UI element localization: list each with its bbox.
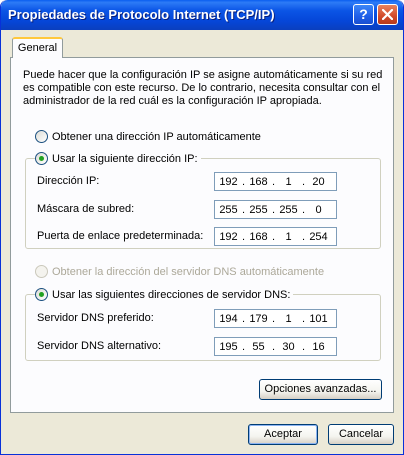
close-icon [382, 9, 393, 20]
octet: 55 [252, 340, 265, 353]
octet: 194 [219, 312, 238, 325]
octet: 192 [219, 175, 238, 188]
octet: 1 [285, 230, 292, 243]
octet: 16 [312, 340, 325, 353]
tab-general[interactable]: General [12, 37, 63, 58]
octet: 255 [279, 203, 298, 216]
dns-alternate-label: Servidor DNS alternativo: [37, 340, 162, 352]
help-icon: ? [359, 6, 368, 22]
window-title: Propiedades de Protocolo Internet (TCP/I… [8, 7, 275, 22]
help-button[interactable]: ? [353, 4, 374, 25]
octet: 101 [309, 312, 328, 325]
cancel-button[interactable]: Cancelar [328, 424, 394, 445]
octet: 1 [285, 175, 292, 188]
tab-general-label: General [17, 42, 58, 54]
dialog-window: Propiedades de Protocolo Internet (TCP/I… [0, 0, 404, 455]
subnet-mask-field[interactable]: 255. 255. 255. 0 [214, 200, 337, 219]
ip-manual-label: Usar la siguiente dirección IP: [52, 153, 198, 165]
dns-auto-label: Obtener la dirección del servidor DNS au… [52, 266, 325, 278]
octet: 30 [282, 340, 295, 353]
octet: 179 [249, 312, 268, 325]
dns-preferred-label: Servidor DNS preferido: [37, 312, 154, 324]
dns-manual-option[interactable]: Usar las siguientes direcciones de servi… [35, 288, 294, 301]
octet: 255 [249, 203, 268, 216]
ip-address-field[interactable]: 192. 168. 1. 20 [214, 172, 337, 191]
ip-manual-option[interactable]: Usar la siguiente dirección IP: [35, 152, 201, 165]
octet: 254 [309, 230, 328, 243]
title-bar[interactable]: Propiedades de Protocolo Internet (TCP/I… [1, 0, 403, 30]
ip-auto-radio[interactable] [35, 130, 48, 143]
gateway-field[interactable]: 192. 168. 1. 254 [214, 227, 337, 246]
octet: 1 [285, 312, 292, 325]
close-button[interactable] [377, 4, 398, 25]
advanced-options-button[interactable]: Opciones avanzadas... [259, 379, 382, 400]
ip-manual-radio[interactable] [35, 152, 48, 165]
octet: 0 [315, 203, 322, 216]
octet: 192 [219, 230, 238, 243]
ip-auto-option[interactable]: Obtener una dirección IP automáticamente [35, 130, 261, 143]
octet: 168 [249, 175, 268, 188]
ip-address-label: Dirección IP: [37, 175, 100, 187]
gateway-label: Puerta de enlace predeterminada: [37, 230, 204, 242]
dns-manual-label: Usar las siguientes direcciones de servi… [52, 289, 291, 301]
octet: 195 [219, 340, 238, 353]
dns-auto-radio [35, 265, 48, 278]
ip-auto-label: Obtener una dirección IP automáticamente [52, 131, 261, 143]
dns-manual-radio[interactable] [35, 288, 48, 301]
ok-button[interactable]: Aceptar [248, 424, 318, 445]
intro-text: Puede hacer que la configuración IP se a… [23, 69, 383, 107]
octet: 255 [219, 203, 238, 216]
octet: 168 [249, 230, 268, 243]
dns-alternate-field[interactable]: 195. 55. 30. 16 [214, 337, 337, 356]
octet: 20 [312, 175, 325, 188]
general-panel: Puede hacer que la configuración IP se a… [10, 57, 394, 413]
dns-preferred-field[interactable]: 194. 179. 1. 101 [214, 309, 337, 328]
subnet-mask-label: Máscara de subred: [37, 203, 135, 215]
dns-auto-option: Obtener la dirección del servidor DNS au… [35, 265, 324, 278]
